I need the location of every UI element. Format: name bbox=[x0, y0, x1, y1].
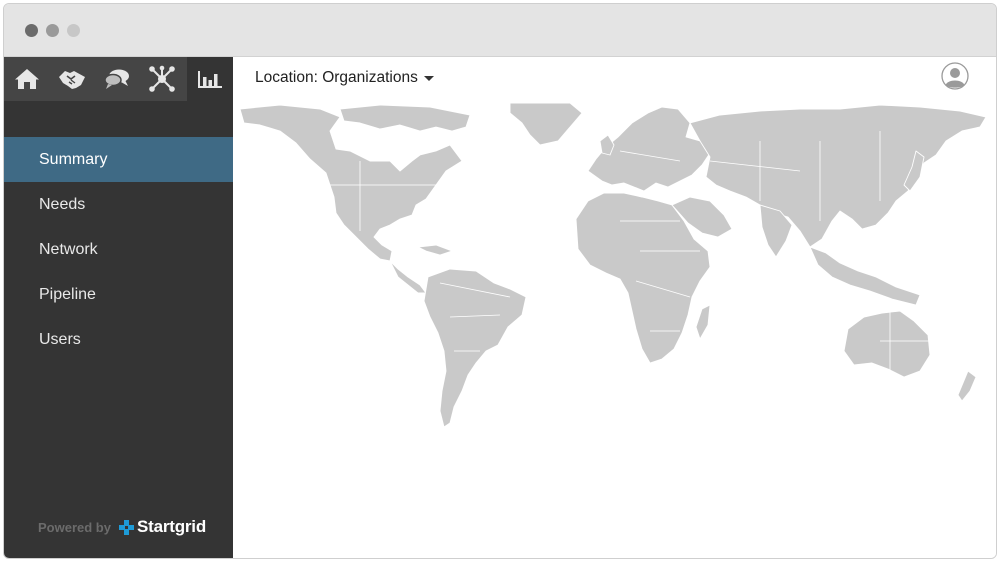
map-caribbean[interactable] bbox=[417, 244, 453, 256]
map-central-america[interactable] bbox=[389, 260, 427, 294]
summary-reports-button[interactable] bbox=[187, 57, 232, 101]
sidebar-item-users[interactable]: Users bbox=[4, 317, 233, 362]
sidebar-item-pipeline[interactable]: Pipeline bbox=[4, 272, 233, 317]
browser-window: Summary Needs Network Pipeline Users Pow… bbox=[3, 3, 997, 559]
home-icon bbox=[14, 69, 39, 89]
sidebar-nav: Summary Needs Network Pipeline Users bbox=[4, 137, 233, 362]
map-australia[interactable] bbox=[843, 310, 931, 378]
startgrid-logo-icon bbox=[118, 519, 134, 535]
window-zoom-dot[interactable] bbox=[67, 24, 80, 37]
powered-by-footer: Powered by Startgrid bbox=[38, 516, 206, 538]
user-avatar-icon[interactable] bbox=[941, 62, 969, 90]
window-minimize-dot[interactable] bbox=[46, 24, 59, 37]
sidebar: Summary Needs Network Pipeline Users Pow… bbox=[4, 57, 233, 558]
handshake-icon bbox=[58, 71, 85, 89]
caret-down-icon bbox=[423, 75, 434, 81]
messages-button[interactable] bbox=[94, 57, 139, 101]
sidebar-item-summary[interactable]: Summary bbox=[4, 137, 233, 182]
sidebar-item-needs[interactable]: Needs bbox=[4, 182, 233, 227]
sidebar-item-network[interactable]: Network bbox=[4, 227, 233, 272]
startgrid-brand[interactable]: Startgrid bbox=[137, 517, 206, 537]
partnerships-button[interactable] bbox=[49, 57, 94, 101]
location-label: Location: Organizations bbox=[255, 69, 418, 86]
home-button[interactable] bbox=[4, 57, 49, 101]
window-close-dot[interactable] bbox=[25, 24, 38, 37]
map-southeast-asia[interactable] bbox=[809, 246, 921, 306]
title-bar bbox=[4, 4, 996, 57]
chat-icon bbox=[103, 69, 129, 89]
map-south-america[interactable] bbox=[423, 268, 527, 428]
bar-chart-icon bbox=[197, 71, 222, 88]
map-greenland[interactable] bbox=[509, 102, 583, 146]
powered-by-label: Powered by bbox=[38, 519, 111, 535]
main-content: Location: Organizations bbox=[233, 57, 996, 558]
sidebar-icon-bar bbox=[4, 57, 233, 101]
map-new-zealand[interactable] bbox=[957, 370, 977, 402]
map-madagascar[interactable] bbox=[695, 304, 711, 340]
world-map[interactable] bbox=[240, 101, 994, 431]
map-alaska-canada-north[interactable] bbox=[339, 104, 471, 132]
network-button[interactable] bbox=[139, 57, 184, 101]
location-dropdown[interactable]: Location: Organizations bbox=[255, 67, 434, 89]
network-icon bbox=[148, 65, 175, 92]
map-asia[interactable] bbox=[689, 104, 987, 248]
